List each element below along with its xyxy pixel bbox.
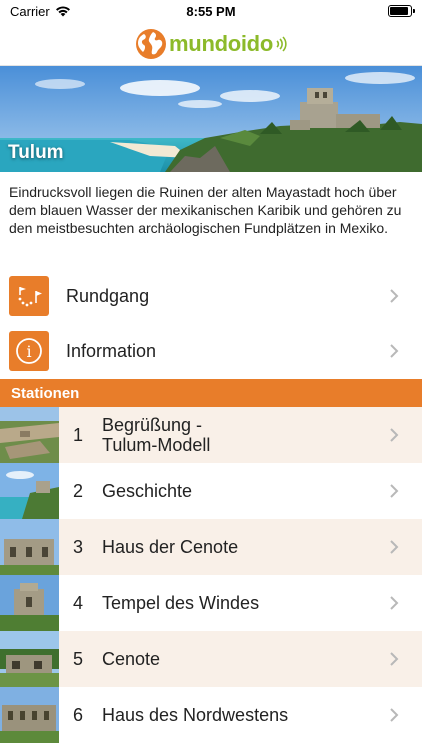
station-thumbnail: [0, 631, 59, 687]
chevron-right-icon: [390, 708, 399, 722]
station-title: Haus der Cenote: [102, 537, 238, 557]
station-title: Geschichte: [102, 481, 192, 501]
station-title-line: Tempel des Windes: [102, 593, 260, 613]
station-number: 6: [73, 704, 84, 725]
menu-row-rundgang[interactable]: Rundgang: [0, 268, 422, 324]
station-title-line: Haus der Cenote: [102, 537, 239, 557]
station-title-line: Geschichte: [102, 481, 193, 501]
chevron-right-icon: [390, 652, 399, 666]
globe-icon: [136, 28, 167, 59]
app-header: mundoido: [0, 22, 422, 66]
station-number: 4: [73, 592, 84, 613]
station-row-1[interactable]: 1 Begrüßung - Tulum-Modell: [0, 407, 422, 463]
info-icon: i: [9, 331, 49, 371]
station-number: 3: [73, 536, 84, 557]
station-number: 1: [73, 424, 84, 445]
station-number: 2: [73, 480, 84, 501]
sound-waves-icon: [276, 35, 287, 52]
chevron-right-icon: [390, 344, 399, 358]
route-map-icon: [9, 276, 49, 316]
menu-row-information[interactable]: i Information: [0, 323, 422, 379]
chevron-right-icon: [390, 484, 399, 498]
section-header-stationen: Stationen: [0, 379, 422, 407]
battery-fill: [390, 7, 408, 15]
menu-label-information: Information: [66, 340, 157, 361]
status-left: Carrier: [10, 4, 71, 19]
station-title-line: Tulum-Modell: [102, 435, 211, 455]
station-row-4[interactable]: 4 Tempel des Windes: [0, 575, 422, 631]
station-row-3[interactable]: 3 Haus der Cenote: [0, 519, 422, 575]
station-title: Haus des Nordwestens: [102, 705, 288, 725]
station-thumbnail: [0, 575, 59, 631]
station-thumbnail: [0, 407, 59, 463]
battery-icon: [388, 5, 415, 17]
station-thumbnail: [0, 519, 59, 575]
menu-label-rundgang: Rundgang: [66, 285, 150, 306]
wifi-icon: [55, 6, 70, 17]
chevron-right-icon: [390, 428, 399, 442]
station-number: 5: [73, 648, 84, 669]
svg-text:i: i: [26, 342, 31, 361]
station-row-5[interactable]: 5 Cenote: [0, 631, 422, 687]
station-row-2[interactable]: 2 Geschichte: [0, 463, 422, 519]
chevron-right-icon: [390, 289, 399, 303]
station-title-line: Begrüßung -: [102, 415, 203, 435]
section-label: Stationen: [11, 384, 80, 402]
location-description: Eindrucksvoll liegen die Ruinen der alte…: [9, 184, 402, 236]
chevron-right-icon: [390, 596, 399, 610]
station-title-line: Cenote: [102, 649, 161, 669]
station-thumbnail: [0, 463, 59, 519]
logo-text: mundoido: [169, 30, 273, 56]
carrier-label: Carrier: [10, 3, 50, 19]
station-thumbnail: [0, 687, 59, 743]
hero-title: Tulum: [8, 142, 64, 163]
station-row-6[interactable]: 6 Haus des Nordwestens: [0, 687, 422, 743]
station-title-line: Haus des Nordwestens: [102, 705, 289, 725]
station-title: Tempel des Windes: [102, 593, 259, 613]
chevron-right-icon: [390, 540, 399, 554]
station-title: Begrüßung - Tulum-Modell: [102, 415, 210, 455]
hero-image: Tulum: [0, 66, 422, 172]
status-bar: Carrier 8:55 PM: [0, 0, 422, 22]
app-logo: mundoido: [135, 28, 287, 60]
station-title: Cenote: [102, 649, 160, 669]
